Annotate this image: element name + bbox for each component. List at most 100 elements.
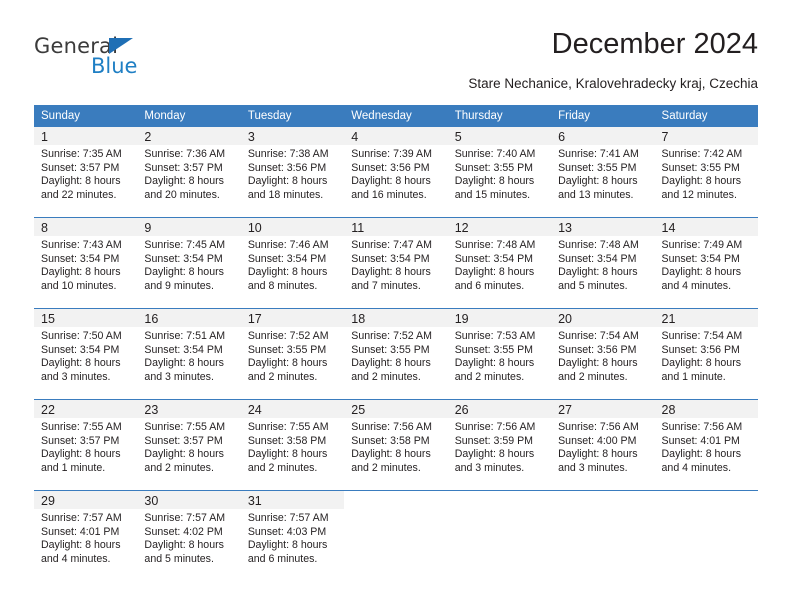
daylight-text-line1: Daylight: 8 hours	[351, 266, 431, 279]
calendar-day-cell[interactable]: 29 Sunrise: 7:57 AM Sunset: 4:01 PM Dayl…	[34, 490, 138, 581]
day-details: Sunrise: 7:47 AM Sunset: 3:54 PM Dayligh…	[344, 236, 447, 293]
calendar-day-cell[interactable]: 30 Sunrise: 7:57 AM Sunset: 4:02 PM Dayl…	[137, 490, 241, 581]
daylight-text-line1: Daylight: 8 hours	[144, 448, 224, 461]
day-details: Sunrise: 7:49 AM Sunset: 3:54 PM Dayligh…	[655, 236, 758, 293]
daylight-text-line1: Daylight: 8 hours	[454, 357, 535, 370]
sunset-text: Sunset: 3:56 PM	[661, 343, 740, 356]
day-number: 30	[137, 491, 241, 509]
calendar-day-cell[interactable]: 10 Sunrise: 7:46 AM Sunset: 3:54 PM Dayl…	[240, 217, 345, 309]
daylight-text-line1: Daylight: 8 hours	[41, 266, 121, 279]
daylight-text-line1: Daylight: 8 hours	[247, 448, 328, 461]
day-details: Sunrise: 7:56 AM Sunset: 3:59 PM Dayligh…	[448, 418, 551, 475]
calendar-day-cell[interactable]: 13 Sunrise: 7:48 AM Sunset: 3:54 PM Dayl…	[551, 217, 655, 309]
sunset-text: Sunset: 3:56 PM	[247, 161, 327, 174]
calendar-day-cell[interactable]: 31 Sunrise: 7:57 AM Sunset: 4:03 PM Dayl…	[240, 490, 345, 581]
day-number: 24	[240, 400, 345, 418]
calendar-day-cell[interactable]: 2 Sunrise: 7:36 AM Sunset: 3:57 PM Dayli…	[137, 127, 241, 218]
calendar-day-cell[interactable]: 26 Sunrise: 7:56 AM Sunset: 3:59 PM Dayl…	[447, 399, 552, 491]
calendar-day-cell[interactable]: 20 Sunrise: 7:54 AM Sunset: 3:56 PM Dayl…	[551, 308, 655, 400]
calendar-day-cell[interactable]: 24 Sunrise: 7:55 AM Sunset: 3:58 PM Dayl…	[240, 399, 345, 491]
calendar-day-cell[interactable]: 3 Sunrise: 7:38 AM Sunset: 3:56 PM Dayli…	[240, 127, 345, 218]
daylight-text-line1: Daylight: 8 hours	[144, 357, 224, 370]
day-number: 17	[240, 309, 345, 327]
sunrise-text: Sunrise: 7:36 AM	[144, 148, 226, 160]
day-details: Sunrise: 7:56 AM Sunset: 4:01 PM Dayligh…	[655, 418, 758, 475]
calendar-day-cell[interactable]: 14 Sunrise: 7:49 AM Sunset: 3:54 PM Dayl…	[654, 217, 758, 309]
day-details: Sunrise: 7:55 AM Sunset: 3:57 PM Dayligh…	[34, 418, 137, 475]
calendar-day-cell[interactable]: 5 Sunrise: 7:40 AM Sunset: 3:55 PM Dayli…	[447, 127, 552, 218]
calendar-day-cell[interactable]: 4 Sunrise: 7:39 AM Sunset: 3:56 PM Dayli…	[344, 127, 448, 218]
day-number: 21	[654, 309, 758, 327]
calendar-day-cell[interactable]: 8 Sunrise: 7:43 AM Sunset: 3:54 PM Dayli…	[34, 217, 138, 309]
calendar-day-cell[interactable]: 6 Sunrise: 7:41 AM Sunset: 3:55 PM Dayli…	[551, 127, 655, 218]
day-details: Sunrise: 7:38 AM Sunset: 3:56 PM Dayligh…	[241, 145, 344, 202]
daylight-text-line2: and 22 minutes.	[41, 188, 117, 201]
sunrise-text: Sunrise: 7:40 AM	[454, 148, 536, 160]
daylight-text-line1: Daylight: 8 hours	[41, 448, 121, 461]
sunset-text: Sunset: 3:54 PM	[41, 252, 120, 265]
page-subtitle-location: Stare Nechanice, Kralovehradecky kraj, C…	[468, 76, 758, 91]
sunrise-text: Sunrise: 7:56 AM	[661, 421, 743, 433]
calendar-day-cell[interactable]: 17 Sunrise: 7:52 AM Sunset: 3:55 PM Dayl…	[240, 308, 345, 400]
sunset-text: Sunset: 3:55 PM	[351, 343, 430, 356]
sunset-text: Sunset: 3:57 PM	[41, 434, 120, 447]
daylight-text-line2: and 20 minutes.	[144, 188, 220, 201]
day-details: Sunrise: 7:46 AM Sunset: 3:54 PM Dayligh…	[241, 236, 344, 293]
calendar-day-cell-empty	[654, 490, 758, 581]
daylight-text-line1: Daylight: 8 hours	[661, 175, 742, 188]
day-number: 28	[654, 400, 758, 418]
daylight-text-line1: Daylight: 8 hours	[661, 357, 742, 370]
day-details: Sunrise: 7:55 AM Sunset: 3:57 PM Dayligh…	[137, 418, 240, 475]
day-details: Sunrise: 7:48 AM Sunset: 3:54 PM Dayligh…	[551, 236, 654, 293]
sunrise-text: Sunrise: 7:55 AM	[41, 421, 122, 433]
daylight-text-line1: Daylight: 8 hours	[351, 448, 431, 461]
daylight-text-line2: and 2 minutes.	[351, 370, 421, 383]
calendar-day-cell[interactable]: 23 Sunrise: 7:55 AM Sunset: 3:57 PM Dayl…	[137, 399, 241, 491]
day-number: 11	[344, 218, 448, 236]
daylight-text-line1: Daylight: 8 hours	[144, 266, 224, 279]
daylight-text-line2: and 3 minutes.	[558, 461, 628, 474]
daylight-text-line2: and 2 minutes.	[454, 370, 525, 383]
daylight-text-line1: Daylight: 8 hours	[558, 175, 638, 188]
calendar-day-cell[interactable]: 1 Sunrise: 7:35 AM Sunset: 3:57 PM Dayli…	[34, 127, 138, 218]
calendar-day-cell[interactable]: 22 Sunrise: 7:55 AM Sunset: 3:57 PM Dayl…	[34, 399, 138, 491]
calendar-day-cell[interactable]: 9 Sunrise: 7:45 AM Sunset: 3:54 PM Dayli…	[137, 217, 241, 309]
daylight-text-line2: and 8 minutes.	[247, 279, 318, 292]
sunset-text: Sunset: 3:54 PM	[558, 252, 637, 265]
calendar-day-cell[interactable]: 7 Sunrise: 7:42 AM Sunset: 3:55 PM Dayli…	[654, 127, 758, 218]
sunrise-sunset-calendar: Sunday Monday Tuesday Wednesday Thursday…	[34, 105, 758, 581]
sunrise-text: Sunrise: 7:51 AM	[144, 330, 226, 342]
calendar-week-row: 22 Sunrise: 7:55 AM Sunset: 3:57 PM Dayl…	[34, 399, 758, 491]
calendar-day-cell-empty	[344, 490, 448, 581]
day-details: Sunrise: 7:41 AM Sunset: 3:55 PM Dayligh…	[551, 145, 654, 202]
daylight-text-line2: and 16 minutes.	[351, 188, 427, 201]
calendar-day-cell[interactable]: 15 Sunrise: 7:50 AM Sunset: 3:54 PM Dayl…	[34, 308, 138, 400]
calendar-day-cell[interactable]: 18 Sunrise: 7:52 AM Sunset: 3:55 PM Dayl…	[344, 308, 448, 400]
sunset-text: Sunset: 3:58 PM	[351, 434, 430, 447]
day-details: Sunrise: 7:57 AM Sunset: 4:03 PM Dayligh…	[241, 509, 344, 566]
sunrise-text: Sunrise: 7:49 AM	[661, 239, 743, 251]
sunset-text: Sunset: 3:55 PM	[454, 343, 534, 356]
daylight-text-line2: and 3 minutes.	[41, 370, 111, 383]
calendar-day-cell[interactable]: 11 Sunrise: 7:47 AM Sunset: 3:54 PM Dayl…	[344, 217, 448, 309]
day-number: 25	[344, 400, 448, 418]
calendar-day-cell[interactable]: 27 Sunrise: 7:56 AM Sunset: 4:00 PM Dayl…	[551, 399, 655, 491]
sunrise-text: Sunrise: 7:38 AM	[247, 148, 329, 160]
sunrise-text: Sunrise: 7:55 AM	[144, 421, 226, 433]
day-details: Sunrise: 7:45 AM Sunset: 3:54 PM Dayligh…	[137, 236, 240, 293]
daylight-text-line1: Daylight: 8 hours	[454, 175, 535, 188]
day-number: 22	[34, 400, 138, 418]
daylight-text-line1: Daylight: 8 hours	[247, 266, 328, 279]
calendar-day-cell[interactable]: 19 Sunrise: 7:53 AM Sunset: 3:55 PM Dayl…	[447, 308, 552, 400]
calendar-day-cell[interactable]: 28 Sunrise: 7:56 AM Sunset: 4:01 PM Dayl…	[654, 399, 758, 491]
weekday-header-tuesday: Tuesday	[240, 105, 345, 127]
calendar-day-cell[interactable]: 12 Sunrise: 7:48 AM Sunset: 3:54 PM Dayl…	[447, 217, 552, 309]
day-number: 18	[344, 309, 448, 327]
calendar-day-cell[interactable]: 16 Sunrise: 7:51 AM Sunset: 3:54 PM Dayl…	[137, 308, 241, 400]
calendar-day-cell[interactable]: 21 Sunrise: 7:54 AM Sunset: 3:56 PM Dayl…	[654, 308, 758, 400]
sunrise-text: Sunrise: 7:56 AM	[454, 421, 536, 433]
sunset-text: Sunset: 3:57 PM	[41, 161, 120, 174]
sunrise-text: Sunrise: 7:57 AM	[144, 512, 226, 524]
calendar-day-cell[interactable]: 25 Sunrise: 7:56 AM Sunset: 3:58 PM Dayl…	[344, 399, 448, 491]
daylight-text-line2: and 18 minutes.	[247, 188, 324, 201]
